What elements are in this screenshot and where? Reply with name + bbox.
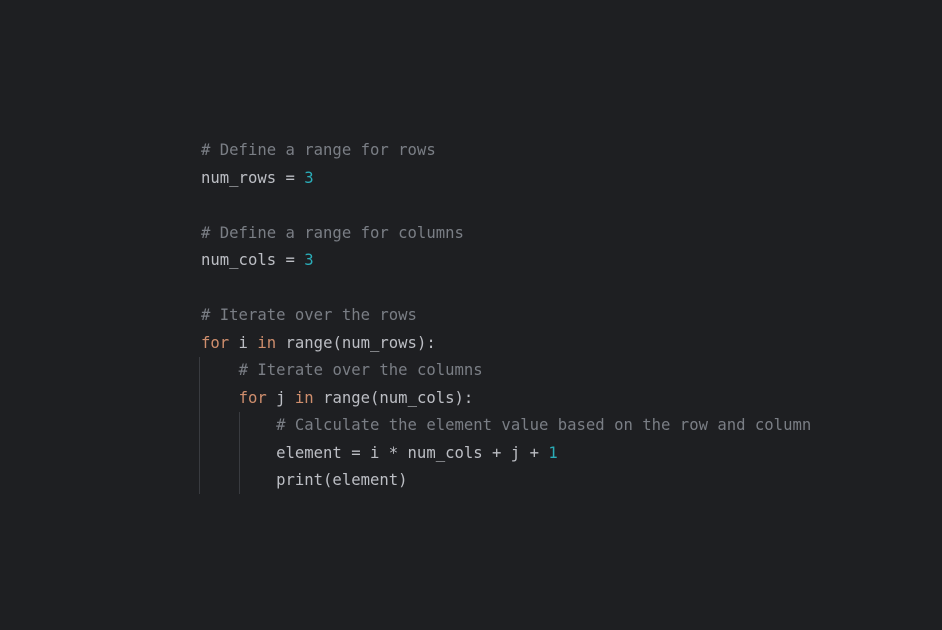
code-token-comment: # Define a range for rows (201, 141, 436, 159)
code-token-number: 3 (304, 168, 314, 187)
code-token-text: range(num_rows): (276, 333, 436, 352)
code-token-comment: # Define a range for columns (201, 223, 464, 242)
code-line[interactable]: # Calculate the element value based on t… (201, 412, 811, 440)
code-token-comment: # Iterate over the rows (201, 306, 417, 324)
code-token-text: i (229, 333, 258, 352)
code-token-text: range(num_cols): (313, 388, 474, 407)
code-token-keyword: for (238, 388, 267, 407)
code-token-comment: # Calculate the element value based on t… (276, 416, 812, 434)
code-line[interactable]: element = i * num_cols + j + 1 (201, 440, 811, 468)
code-line[interactable]: num_rows = 3 (201, 165, 811, 193)
code-token-text: print(element) (201, 471, 408, 489)
code-token-text: j (266, 388, 295, 407)
code-line[interactable]: # Iterate over the columns (201, 357, 811, 385)
code-token-keyword: for (201, 333, 230, 352)
code-line[interactable]: # Define a range for columns (201, 220, 811, 248)
code-token-number: 3 (304, 251, 314, 269)
code-line[interactable]: num_cols = 3 (201, 247, 811, 275)
code-line[interactable] (201, 192, 811, 220)
indent-guide-outer (199, 357, 200, 494)
code-editor[interactable]: # Define a range for rows num_rows = 3 # … (0, 0, 942, 630)
code-token-text: num_cols = (201, 251, 305, 269)
code-area[interactable]: # Define a range for rows num_rows = 3 # … (201, 137, 811, 495)
code-token-keyword: in (294, 388, 314, 407)
code-line[interactable]: for i in range(num_rows): (201, 330, 811, 358)
code-line[interactable]: for j in range(num_cols): (201, 385, 811, 413)
code-token-comment: # Iterate over the columns (238, 361, 483, 379)
code-token-keyword: in (257, 333, 277, 352)
code-line[interactable]: # Iterate over the rows (201, 302, 811, 330)
code-token-text: element = i * num_cols + j + (201, 443, 549, 462)
code-token-number: 1 (548, 443, 558, 462)
code-line[interactable]: # Define a range for rows (201, 137, 811, 165)
code-line[interactable] (201, 275, 811, 303)
code-token-text: num_rows = (201, 168, 305, 187)
code-line[interactable]: print(element) (201, 467, 811, 495)
